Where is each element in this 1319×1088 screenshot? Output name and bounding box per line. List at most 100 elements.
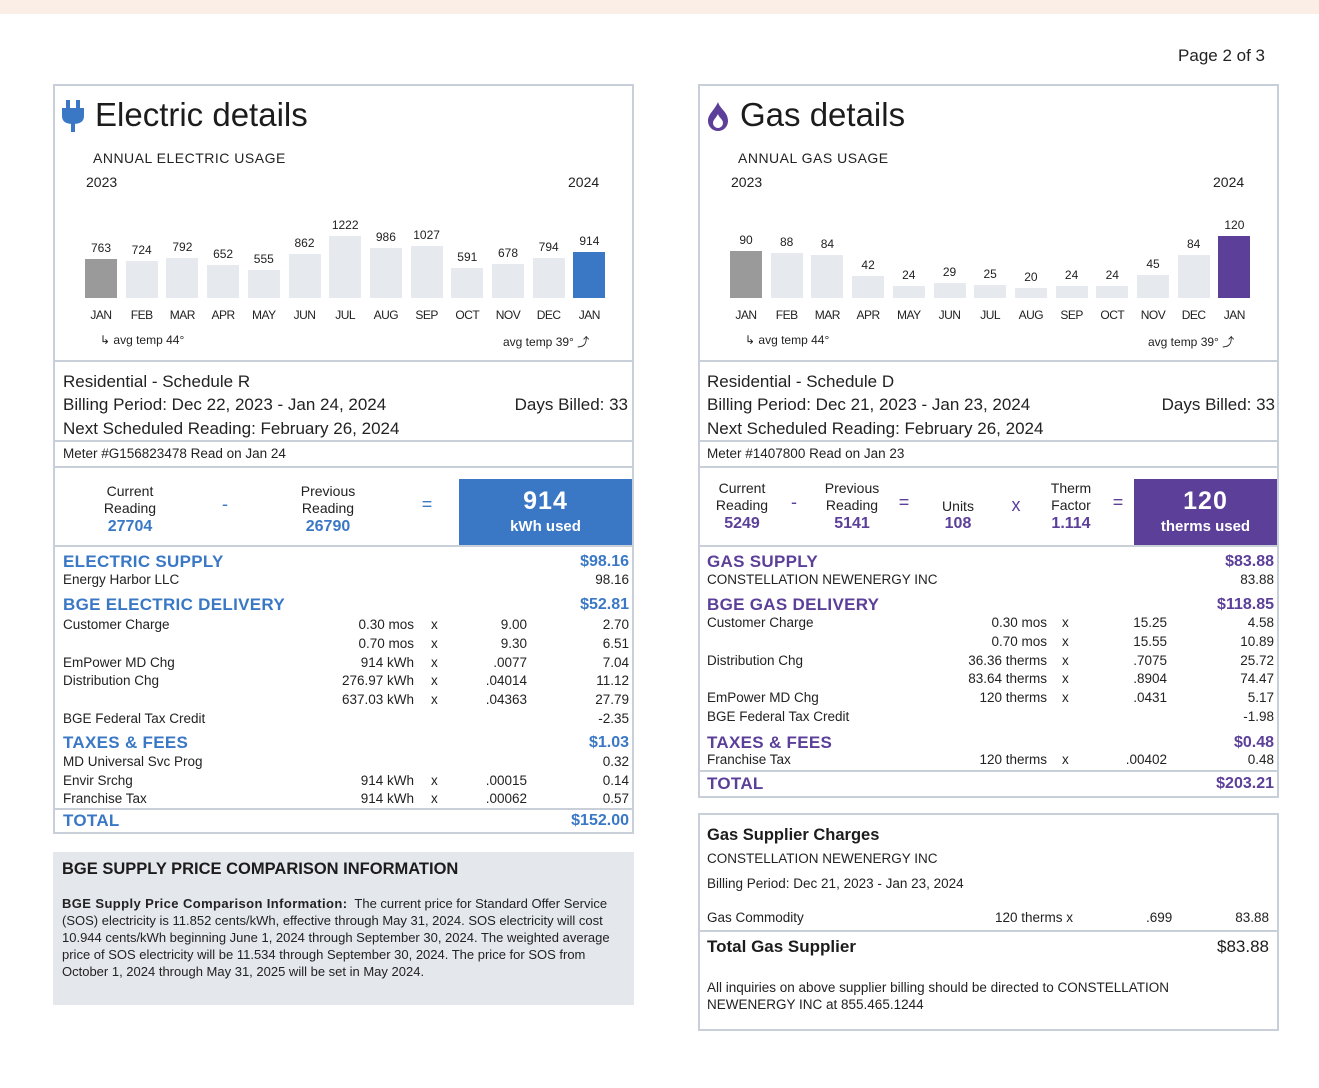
- chart-bar: [933, 283, 966, 298]
- charge-amount: 7.04: [602, 654, 629, 670]
- kwh-used-unit: kWh used: [510, 518, 581, 535]
- charge-label: BGE Federal Tax Credit: [707, 709, 850, 724]
- previous-reading-value: 26790: [305, 518, 351, 535]
- charge-quantity: 0.30 mos: [358, 617, 414, 632]
- previous-reading-label: Previous Reading: [824, 480, 880, 513]
- chart-bar: [329, 236, 362, 298]
- chart-bar: [974, 285, 1007, 298]
- chart-bar: [85, 259, 117, 298]
- charge-label: EmPower MD Chg: [707, 690, 819, 706]
- page-number: Page 2 of 3: [1178, 46, 1265, 65]
- chart-bar-value: 84: [1187, 237, 1201, 251]
- charge-label: Customer Charge: [63, 617, 170, 632]
- chart-bar: [1014, 288, 1047, 298]
- chart-bar: [892, 286, 925, 298]
- gas-supply-amount: $83.88: [1225, 553, 1274, 570]
- charge-multiply: x: [1062, 671, 1069, 687]
- chart-bar: [811, 255, 844, 298]
- divider: [55, 440, 632, 442]
- charge-amount: 11.12: [596, 673, 629, 689]
- gas-commodity-qty: 120 therms x: [995, 910, 1074, 925]
- gas-taxes-amount: $0.48: [1233, 734, 1274, 751]
- chart-month-label: OCT: [455, 308, 480, 322]
- gas-details-panel: Gas details ANNUAL GAS USAGE 2023 2024 9…: [698, 84, 1279, 798]
- charge-label: Customer Charge: [707, 615, 814, 630]
- charge-rate: .0077: [493, 654, 527, 670]
- chart-bar-value: 986: [375, 230, 396, 244]
- charge-quantity: 0.70 mos: [991, 633, 1047, 649]
- chart-month-label: OCT: [1100, 308, 1125, 322]
- charge-quantity: 0.70 mos: [358, 635, 414, 651]
- gas-commodity-label: Gas Commodity: [707, 910, 804, 925]
- divider: [55, 545, 632, 547]
- charge-multiply: x: [431, 791, 438, 806]
- times-sign: x: [1011, 495, 1021, 515]
- charge-quantity: 276.97 kWh: [341, 673, 414, 689]
- chart-bar: [166, 258, 199, 298]
- chart-bar-value: 20: [1024, 270, 1038, 284]
- charge-label: Envir Srchg: [63, 772, 133, 788]
- minus-sign: -: [222, 494, 228, 514]
- chart-bar-value: 88: [780, 235, 794, 249]
- chart-bar-value: 763: [90, 241, 112, 255]
- chart-month-label: DEC: [536, 308, 561, 322]
- chart-bar: [369, 248, 402, 298]
- chart-bar: [1055, 286, 1088, 298]
- chart-bar-value: 42: [861, 258, 875, 272]
- chart-month-label: MAR: [814, 308, 841, 322]
- chart-bar-value: 794: [538, 240, 559, 254]
- therm-factor-value: 1.114: [1051, 515, 1091, 532]
- chart-bar-value: 120: [1224, 218, 1245, 232]
- equals-sign: =: [1112, 492, 1124, 512]
- minus-sign: -: [791, 492, 797, 512]
- charge-amount: 6.51: [602, 635, 629, 651]
- chart-month-label: AUG: [1018, 308, 1044, 322]
- therms-used-box: 120 therms used: [1134, 479, 1277, 545]
- charge-rate: .04363: [485, 692, 527, 708]
- chart-month-label: JAN: [1223, 308, 1246, 322]
- chart-bar-value: 90: [739, 233, 753, 247]
- therms-used-unit: therms used: [1160, 518, 1251, 535]
- charge-label: Franchise Tax: [63, 791, 147, 806]
- kwh-used-value: 914: [523, 487, 568, 515]
- gas-total-amount: $203.21: [1216, 775, 1274, 792]
- current-reading-label: Current Reading: [715, 480, 769, 513]
- chart-month-label: APR: [211, 308, 236, 322]
- chart-bar-value: 555: [253, 252, 274, 266]
- charge-label: Franchise Tax: [707, 752, 791, 767]
- chart-bar-value: 792: [172, 240, 193, 254]
- chart-bar-value: 1222: [331, 218, 359, 232]
- chart-bar-value: 724: [131, 243, 152, 257]
- arrow-down-icon: ↳: [745, 333, 756, 347]
- electric-details-panel: Electric details ANNUAL ELECTRIC USAGE 2…: [53, 84, 634, 834]
- supply-price-comparison: BGE SUPPLY PRICE COMPARISON INFORMATION …: [53, 852, 634, 1005]
- charge-multiply: x: [1062, 633, 1069, 649]
- divider: [700, 440, 1277, 442]
- chart-month-label: JUL: [335, 308, 356, 322]
- charge-rate: .7075: [1133, 652, 1167, 668]
- gas-commodity-amount: 83.88: [1235, 910, 1269, 925]
- charge-multiply: x: [431, 673, 438, 689]
- divider: [700, 930, 1277, 932]
- charge-label: BGE Federal Tax Credit: [63, 711, 206, 726]
- gas-supply-heading: GAS SUPPLY: [707, 552, 819, 571]
- days-billed: Days Billed: 33: [1161, 395, 1275, 414]
- chart-month-label: JUN: [938, 308, 961, 322]
- chart-bar: [451, 268, 484, 298]
- supplier-name: Energy Harbor LLC: [63, 572, 180, 587]
- electric-delivery-heading: BGE ELECTRIC DELIVERY: [63, 595, 285, 614]
- chart-bar: [125, 261, 158, 298]
- arrow-up-icon: ⤴: [1222, 335, 1235, 349]
- divider: [700, 770, 1277, 772]
- divider: [700, 360, 1277, 362]
- billing-period: Billing Period: Dec 21, 2023 - Jan 23, 2…: [707, 395, 1031, 414]
- chart-bar-value: 914: [579, 234, 600, 248]
- electric-total-label: TOTAL: [63, 811, 120, 830]
- charge-multiply: x: [431, 635, 438, 651]
- charge-quantity: 120 therms: [979, 690, 1047, 706]
- top-band: [0, 0, 1319, 14]
- charge-quantity: 0.30 mos: [991, 615, 1047, 630]
- chart-bar-value: 84: [820, 237, 835, 251]
- days-billed: Days Billed: 33: [514, 395, 628, 414]
- schedule: Residential - Schedule D: [707, 372, 895, 391]
